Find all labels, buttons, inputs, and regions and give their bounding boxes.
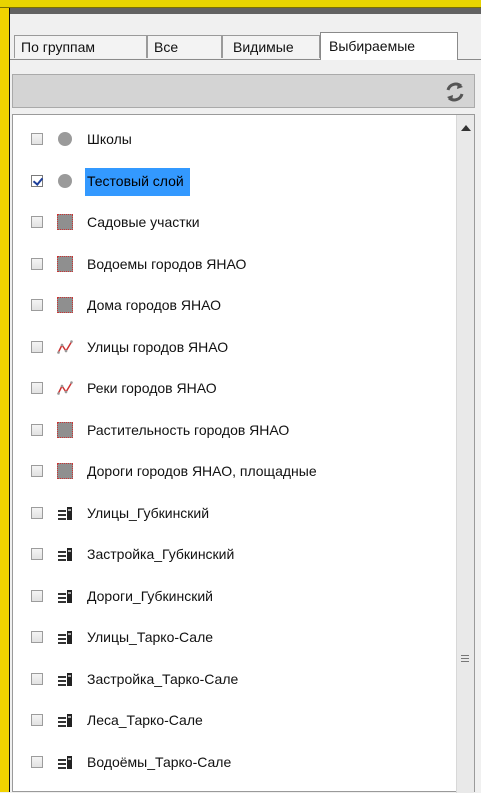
layer-row[interactable]: Дороги городов ЯНАО, площадные xyxy=(13,457,453,485)
layer-visibility-checkbox[interactable] xyxy=(31,589,43,602)
layer-name[interactable]: Садовые участки xyxy=(85,213,202,231)
scroll-up-arrow-icon[interactable] xyxy=(461,125,471,131)
layer-visibility-checkbox[interactable] xyxy=(31,299,43,311)
layers-toolbar xyxy=(12,74,475,108)
layer-group-icon xyxy=(58,631,72,644)
layer-row[interactable]: Водоемы городов ЯНАО xyxy=(13,250,453,278)
layer-row[interactable]: Реки городов ЯНАО xyxy=(13,374,453,402)
layer-row[interactable]: Улицы_Тарко-Сале xyxy=(13,623,453,651)
layer-visibility-checkbox[interactable] xyxy=(31,714,43,726)
layer-visibility-checkbox[interactable] xyxy=(31,340,43,353)
point-icon xyxy=(58,132,72,146)
layer-row[interactable]: Растительность городов ЯНАО xyxy=(13,416,453,444)
layer-row[interactable]: Водоёмы_Тарко-Сале xyxy=(13,748,453,776)
line-icon xyxy=(57,339,73,354)
polygon-icon xyxy=(57,463,73,479)
tab-all[interactable]: Все xyxy=(147,35,222,58)
layer-visibility-checkbox[interactable] xyxy=(31,216,43,228)
layer-name[interactable]: Леса_Тарко-Сале xyxy=(85,711,205,729)
layer-row[interactable]: Застройка_Губкинский xyxy=(13,540,453,568)
layer-visibility-checkbox[interactable] xyxy=(31,382,43,394)
layer-group-icon xyxy=(58,548,72,561)
layer-name[interactable]: Дома городов ЯНАО xyxy=(85,296,223,314)
layer-name[interactable]: Застройка_Губкинский xyxy=(85,545,236,563)
layer-visibility-checkbox[interactable] xyxy=(31,174,43,187)
layer-visibility-checkbox[interactable] xyxy=(31,133,43,145)
tab-bar: По группам Все Видимые Выбираемые xyxy=(10,32,481,60)
layer-name[interactable]: Дороги городов ЯНАО, площадные xyxy=(85,462,319,480)
layer-name[interactable]: Водоемы городов ЯНАО xyxy=(85,255,248,273)
vertical-scrollbar[interactable] xyxy=(456,115,474,793)
layer-row[interactable]: Улицы_Губкинский xyxy=(13,499,453,527)
layer-visibility-checkbox[interactable] xyxy=(31,257,43,270)
window-left-border xyxy=(0,8,10,792)
layer-group-icon xyxy=(58,589,72,603)
layer-row[interactable]: Застройка_Тарко-Сале xyxy=(13,665,453,693)
line-icon xyxy=(57,381,73,395)
tab-selectable[interactable]: Выбираемые xyxy=(320,32,458,60)
layer-name[interactable]: Школы xyxy=(85,130,134,148)
layer-visibility-checkbox[interactable] xyxy=(31,631,43,643)
layer-group-icon xyxy=(58,755,72,769)
layer-name[interactable]: Улицы городов ЯНАО xyxy=(85,338,230,356)
layer-name[interactable]: Застройка_Тарко-Сале xyxy=(85,670,240,688)
layer-name[interactable]: Растительность городов ЯНАО xyxy=(85,421,291,439)
layers-panel: По группам Все Видимые Выбираемые Школы Т… xyxy=(10,14,481,793)
tab-by-groups[interactable]: По группам xyxy=(14,35,147,58)
layer-name[interactable]: Водоёмы_Тарко-Сале xyxy=(85,753,233,771)
layer-row[interactable]: Школы xyxy=(13,125,453,153)
layer-group-icon xyxy=(58,506,72,520)
layer-visibility-checkbox[interactable] xyxy=(31,465,43,477)
layer-row[interactable]: Леса_Тарко-Сале xyxy=(13,706,453,734)
layer-visibility-checkbox[interactable] xyxy=(31,423,43,436)
layer-group-icon xyxy=(58,672,72,686)
layer-visibility-checkbox[interactable] xyxy=(31,548,43,560)
polygon-icon xyxy=(57,214,73,230)
layer-row[interactable]: Дороги_Губкинский xyxy=(13,582,453,610)
layer-name[interactable]: Реки городов ЯНАО xyxy=(85,379,219,397)
scroll-grip-icon xyxy=(461,655,469,665)
layer-row[interactable]: Тестовый слой xyxy=(13,167,453,196)
layer-name[interactable]: Дороги_Губкинский xyxy=(85,587,215,605)
layer-visibility-checkbox[interactable] xyxy=(31,672,43,685)
refresh-icon[interactable] xyxy=(444,81,466,103)
layer-visibility-checkbox[interactable] xyxy=(31,755,43,768)
layer-row[interactable]: Дома городов ЯНАО xyxy=(13,291,453,319)
layer-visibility-checkbox[interactable] xyxy=(31,506,43,519)
layer-list[interactable]: Школы Тестовый слой Садовые участки Водоемы… xyxy=(12,114,475,793)
layer-group-icon xyxy=(58,714,72,727)
layer-row[interactable]: Улицы городов ЯНАО xyxy=(13,333,453,361)
polygon-icon xyxy=(57,421,73,438)
polygon-icon xyxy=(57,297,73,313)
tab-visible[interactable]: Видимые xyxy=(222,35,320,58)
layer-row[interactable]: Садовые участки xyxy=(13,208,453,236)
layer-name[interactable]: Улицы_Губкинский xyxy=(85,504,211,522)
window-top-border xyxy=(0,0,481,8)
layer-name[interactable]: Улицы_Тарко-Сале xyxy=(85,628,215,646)
polygon-icon xyxy=(57,255,73,272)
layer-name[interactable]: Тестовый слой xyxy=(85,167,190,196)
point-icon xyxy=(58,173,72,188)
